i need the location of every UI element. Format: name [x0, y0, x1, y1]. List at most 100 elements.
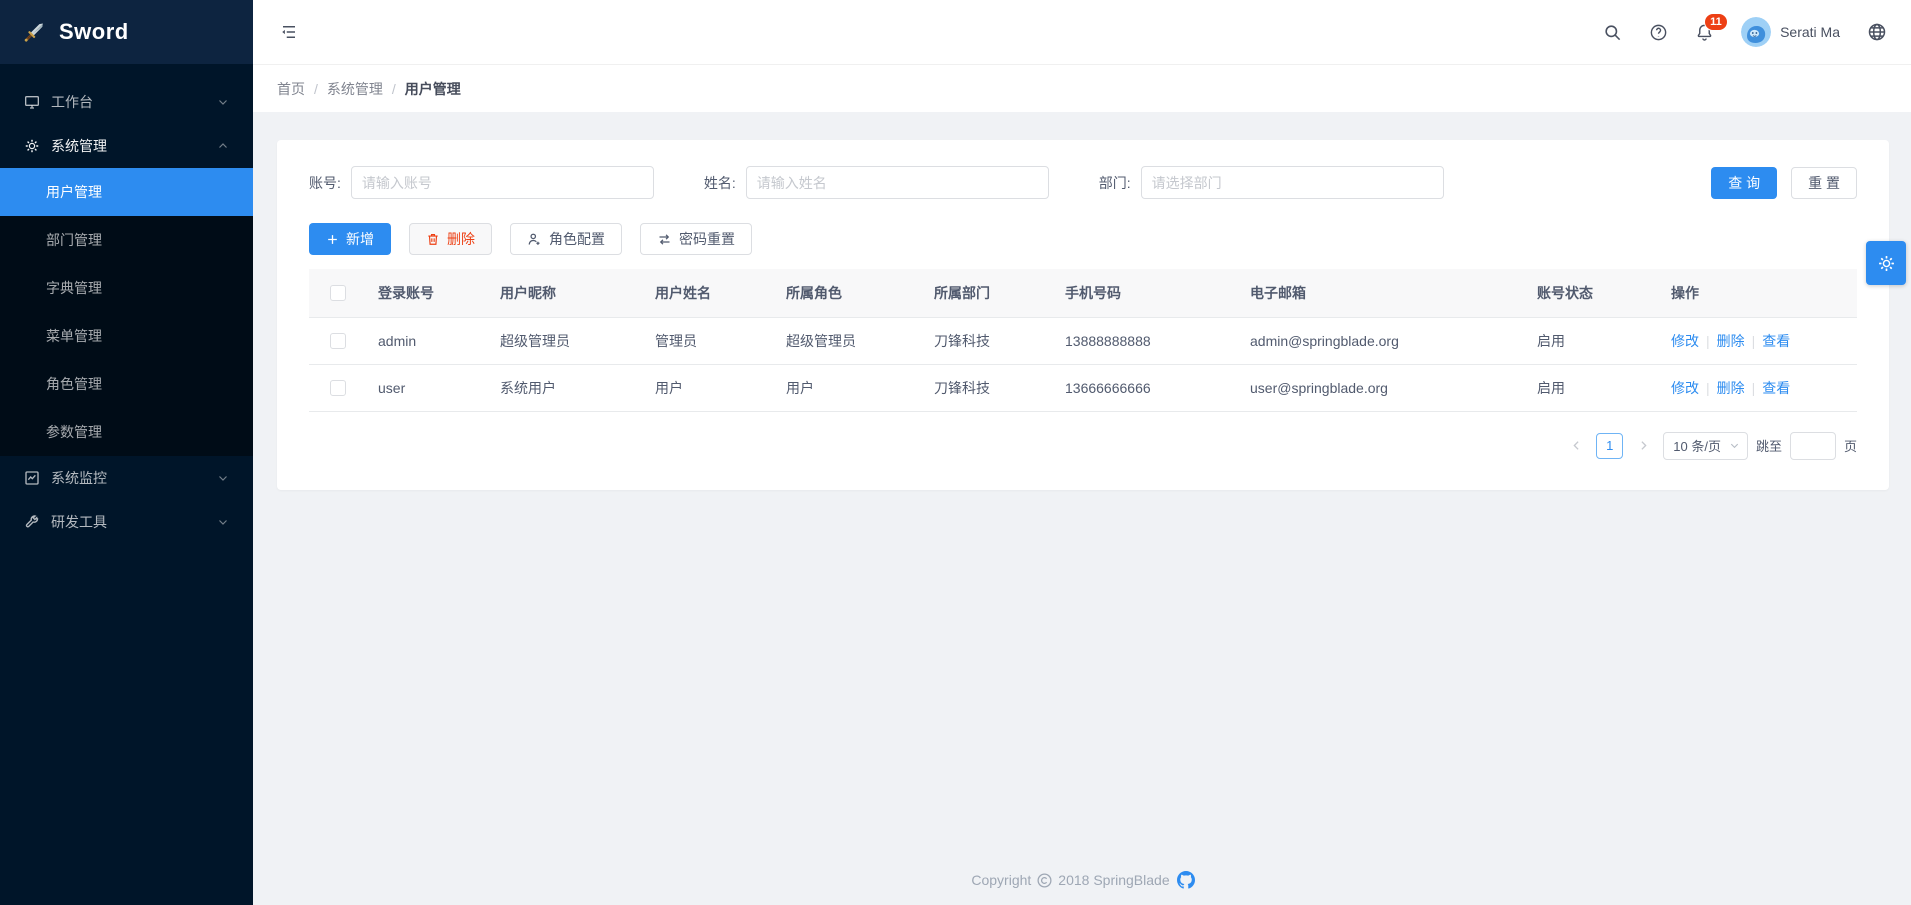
role-config-button[interactable]: 角色配置: [510, 223, 622, 255]
cell-email: user@springblade.org: [1250, 364, 1537, 411]
submenu-label: 菜单管理: [46, 326, 102, 346]
menu-fold-icon[interactable]: [279, 23, 299, 41]
wrench-icon: [24, 514, 40, 530]
filter-name: 姓名:: [704, 166, 1049, 199]
password-reset-button[interactable]: 密码重置: [640, 223, 752, 255]
cell-dept: 刀锋科技: [934, 317, 1065, 364]
view-link[interactable]: 查看: [1762, 333, 1790, 349]
sidebar-item-role-management[interactable]: 角色管理: [0, 360, 253, 408]
cell-role: 用户: [786, 364, 934, 411]
submenu-label: 用户管理: [46, 182, 102, 202]
row-checkbox[interactable]: [330, 380, 346, 396]
delete-link[interactable]: 删除: [1717, 380, 1745, 396]
reset-button[interactable]: 重 置: [1791, 167, 1857, 199]
col-actions: 操作: [1671, 269, 1857, 317]
action-separator: |: [1752, 333, 1756, 349]
sidebar-item-param-management[interactable]: 参数管理: [0, 408, 253, 456]
page-size-select[interactable]: 10 条/页: [1663, 432, 1748, 460]
cell-role: 超级管理员: [786, 317, 934, 364]
footer-year-text: 2018 SpringBlade: [1058, 872, 1169, 888]
table-row: user 系统用户 用户 用户 刀锋科技 13666666666 user@sp…: [309, 364, 1857, 411]
content-area: 账号: 姓名: 部门: 查 询 重 置: [253, 112, 1911, 905]
settings-drawer-button[interactable]: [1866, 241, 1906, 285]
edit-link[interactable]: 修改: [1671, 333, 1699, 349]
notification-badge: 11: [1704, 13, 1728, 31]
cell-dept: 刀锋科技: [934, 364, 1065, 411]
sidebar-item-label: 研发工具: [51, 512, 107, 532]
page-number[interactable]: 1: [1596, 433, 1623, 459]
cell-name: 用户: [655, 364, 786, 411]
toolbar: 新增 删除 角色配置: [309, 223, 1857, 255]
footer: Copyright 2018 SpringBlade: [277, 859, 1889, 905]
breadcrumb-separator: /: [314, 81, 318, 97]
view-link[interactable]: 查看: [1762, 380, 1790, 396]
col-email: 电子邮箱: [1250, 269, 1537, 317]
chart-icon: [24, 470, 40, 486]
notifications-button[interactable]: 11: [1695, 23, 1714, 42]
jump-page-input[interactable]: [1790, 432, 1836, 460]
octocat-icon[interactable]: [1177, 871, 1195, 889]
edit-link[interactable]: 修改: [1671, 380, 1699, 396]
sidebar-item-user-management[interactable]: 用户管理: [0, 168, 253, 216]
chevron-down-icon: [217, 472, 229, 484]
delete-button[interactable]: 删除: [409, 223, 492, 255]
account-input[interactable]: [351, 166, 654, 199]
col-role: 所属角色: [786, 269, 934, 317]
app-title: Sword: [59, 19, 129, 45]
filter-row: 账号: 姓名: 部门: 查 询 重 置: [309, 166, 1857, 199]
sidebar-item-dept-management[interactable]: 部门管理: [0, 216, 253, 264]
prev-page-icon[interactable]: [1564, 434, 1588, 458]
table-row: admin 超级管理员 管理员 超级管理员 刀锋科技 13888888888 a…: [309, 317, 1857, 364]
user-name: Serati Ma: [1780, 24, 1840, 40]
sidebar-item-system-management[interactable]: 系统管理: [0, 124, 253, 168]
search-button[interactable]: 查 询: [1711, 167, 1777, 199]
sidebar-item-workbench[interactable]: 工作台: [0, 80, 253, 124]
breadcrumb-system[interactable]: 系统管理: [327, 79, 383, 99]
sidebar-nav: 工作台: [0, 64, 253, 544]
app-logo[interactable]: Sword: [0, 0, 253, 64]
plus-icon: [326, 233, 339, 246]
cell-login: admin: [378, 317, 500, 364]
circle-c-icon: [1036, 872, 1053, 889]
name-input[interactable]: [746, 166, 1049, 199]
page-unit-label: 页: [1844, 436, 1857, 455]
cell-login: user: [378, 364, 500, 411]
search-icon[interactable]: [1603, 23, 1622, 42]
user-management-card: 账号: 姓名: 部门: 查 询 重 置: [277, 140, 1889, 490]
swap-arrows-icon: [657, 232, 672, 247]
sidebar-item-menu-management[interactable]: 菜单管理: [0, 312, 253, 360]
filter-dept: 部门:: [1099, 166, 1444, 199]
sidebar-item-label: 系统管理: [51, 136, 107, 156]
monitor-icon: [24, 94, 40, 110]
chevron-down-icon: [217, 516, 229, 528]
globe-icon[interactable]: [1867, 22, 1887, 42]
filter-account: 账号:: [309, 166, 654, 199]
dept-select[interactable]: [1141, 166, 1444, 199]
filter-actions: 查 询 重 置: [1711, 167, 1857, 199]
submenu-label: 参数管理: [46, 422, 102, 442]
sidebar-item-system-monitor[interactable]: 系统监控: [0, 456, 253, 500]
user-menu[interactable]: Serati Ma: [1741, 17, 1840, 47]
page-size-value: 10 条/页: [1673, 436, 1721, 455]
cell-phone: 13666666666: [1065, 364, 1250, 411]
row-checkbox[interactable]: [330, 333, 346, 349]
help-icon[interactable]: [1649, 23, 1668, 42]
delete-link[interactable]: 删除: [1717, 333, 1745, 349]
sidebar-item-label: 工作台: [51, 92, 93, 112]
sidebar-item-dev-tools[interactable]: 研发工具: [0, 500, 253, 544]
chevron-down-icon: [217, 96, 229, 108]
sidebar: Sword 工作台: [0, 0, 253, 905]
avatar: [1741, 17, 1771, 47]
breadcrumb-home[interactable]: 首页: [277, 79, 305, 99]
add-button[interactable]: 新增: [309, 223, 391, 255]
sidebar-item-dict-management[interactable]: 字典管理: [0, 264, 253, 312]
gear-icon: [1877, 254, 1896, 273]
next-page-icon[interactable]: [1631, 434, 1655, 458]
cell-nickname: 超级管理员: [500, 317, 655, 364]
submenu-label: 字典管理: [46, 278, 102, 298]
jump-label: 跳至: [1756, 436, 1782, 455]
footer-copyright-text: Copyright: [971, 872, 1031, 888]
col-login: 登录账号: [378, 269, 500, 317]
users-table: 登录账号 用户昵称 用户姓名 所属角色 所属部门 手机号码 电子邮箱 账号状态 …: [309, 269, 1857, 412]
select-all-checkbox[interactable]: [330, 285, 346, 301]
